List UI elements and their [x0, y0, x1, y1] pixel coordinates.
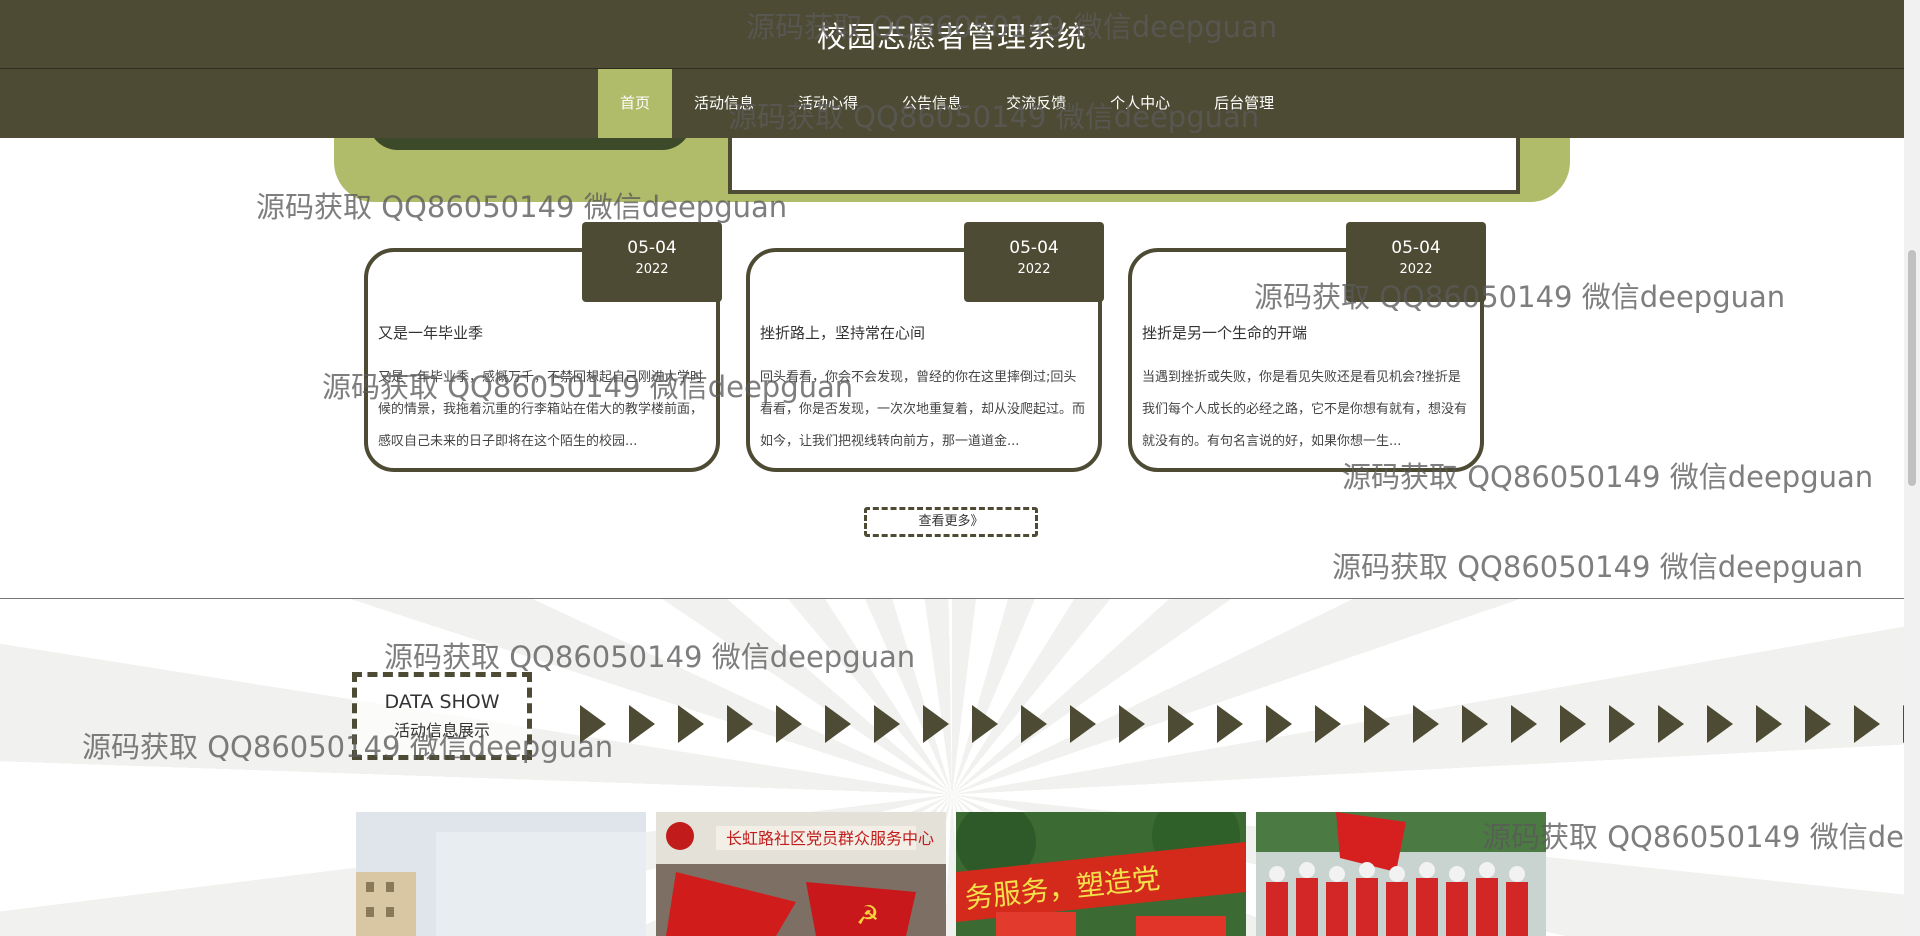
watermark-text: 源码获取 QQ86050149 微信deepguan: [1332, 550, 1864, 584]
news-date: 05-04: [1391, 238, 1441, 258]
news-year: 2022: [635, 262, 669, 277]
news-excerpt: 回头看看，你会不会发现，曾经的你在这里摔倒过;回头看看，你是否发现，一次次地重复…: [760, 370, 1086, 449]
triangle-right-icon: [629, 705, 655, 743]
view-more-button[interactable]: 查看更多》: [864, 507, 1038, 537]
news-title[interactable]: 挫折路上，坚持常在心间: [760, 322, 1088, 343]
triangle-right-icon: [727, 705, 753, 743]
triangle-right-icon: [580, 705, 606, 743]
triangle-right-icon: [1217, 705, 1243, 743]
triangle-right-icon: [1609, 705, 1635, 743]
site-header: 校园志愿者管理系统 首页 活动信息 活动心得 公告信息 交流反馈 个人中心 后台…: [0, 0, 1904, 138]
triangle-right-icon: [1805, 705, 1831, 743]
news-year: 2022: [1399, 262, 1433, 277]
news-date: 05-04: [627, 238, 677, 258]
triangle-right-icon: [1854, 705, 1880, 743]
triangle-right-icon: [1462, 705, 1488, 743]
data-show-title-zh: 活动信息展示: [393, 721, 490, 740]
news-card[interactable]: 05-04 2022 挫折是另一个生命的开端 当遇到挫折或失败，你是看见失败还是…: [1128, 222, 1486, 472]
nav-item-profile[interactable]: 个人中心: [1088, 69, 1192, 138]
triangle-right-icon: [1658, 705, 1684, 743]
nav-item-announcements[interactable]: 公告信息: [880, 69, 984, 138]
triangle-right-icon: [1266, 705, 1292, 743]
triangle-right-icon: [1364, 705, 1390, 743]
triangle-right-icon: [580, 705, 1904, 743]
activity-photo[interactable]: [1256, 812, 1546, 936]
news-date-badge: 05-04 2022: [582, 222, 722, 302]
news-date-badge: 05-04 2022: [964, 222, 1104, 302]
triangle-right-icon: [825, 705, 851, 743]
activity-photo[interactable]: 务服务，塑造党: [956, 812, 1246, 936]
triangle-right-icon: [1707, 705, 1733, 743]
nav-item-experiences[interactable]: 活动心得: [776, 69, 880, 138]
triangle-right-icon: [1315, 705, 1341, 743]
triangle-right-icon: [1756, 705, 1782, 743]
triangle-right-icon: [1168, 705, 1194, 743]
news-excerpt: 当遇到挫折或失败，你是看见失败还是看见机会?挫折是我们每个人成长的必经之路，它不…: [1142, 370, 1468, 449]
data-show-title-en: DATA SHOW: [384, 691, 500, 713]
activity-photo[interactable]: [356, 812, 646, 936]
svg-text:☭: ☭: [856, 901, 879, 931]
triangle-right-icon: [776, 705, 802, 743]
page-scrollbar[interactable]: [1904, 0, 1920, 936]
news-card[interactable]: 05-04 2022 挫折路上，坚持常在心间 回头看看，你会不会发现，曾经的你在…: [746, 222, 1104, 472]
news-date: 05-04: [1009, 238, 1059, 258]
news-year: 2022: [1017, 262, 1051, 277]
nav-item-activities[interactable]: 活动信息: [672, 69, 776, 138]
nav-item-feedback[interactable]: 交流反馈: [984, 69, 1088, 138]
triangle-right-icon: [678, 705, 704, 743]
site-title: 校园志愿者管理系统: [816, 20, 1087, 54]
triangle-right-icon: [874, 705, 900, 743]
triangle-right-icon: [972, 705, 998, 743]
triangle-right-icon: [923, 705, 949, 743]
triangle-right-icon: [1021, 705, 1047, 743]
data-show-title-box: DATA SHOW 活动信息展示: [352, 672, 532, 760]
triangle-right-icon: [1511, 705, 1537, 743]
news-title[interactable]: 挫折是另一个生命的开端: [1142, 322, 1470, 343]
triangle-right-icon-row: [578, 703, 1904, 745]
news-title[interactable]: 又是一年毕业季: [378, 322, 706, 343]
scrollbar-thumb[interactable]: [1908, 250, 1916, 486]
nav-item-home[interactable]: 首页: [598, 69, 673, 138]
triangle-right-icon: [1560, 705, 1586, 743]
triangle-right-icon: [1119, 705, 1145, 743]
triangle-right-icon: [1413, 705, 1439, 743]
news-excerpt: 又是一年毕业季，感慨万千，不禁回想起自己刚进大学时候的情景，我拖着沉重的行李箱站…: [378, 370, 704, 449]
svg-text:长虹路社区党员群众服务中心: 长虹路社区党员群众服务中心: [726, 829, 934, 848]
news-date-badge: 05-04 2022: [1346, 222, 1486, 302]
activity-photo-strip: 长虹路社区党员群众服务中心 ☭ 务服务，塑造党: [356, 812, 1546, 936]
activity-photo[interactable]: 长虹路社区党员群众服务中心 ☭: [656, 812, 946, 936]
main-nav: 首页 活动信息 活动心得 公告信息 交流反馈 个人中心 后台管理: [598, 69, 1296, 138]
triangle-right-icon: [1070, 705, 1096, 743]
news-card[interactable]: 05-04 2022 又是一年毕业季 又是一年毕业季，感慨万千，不禁回想起自己刚…: [364, 222, 722, 472]
nav-item-admin[interactable]: 后台管理: [1192, 69, 1296, 138]
